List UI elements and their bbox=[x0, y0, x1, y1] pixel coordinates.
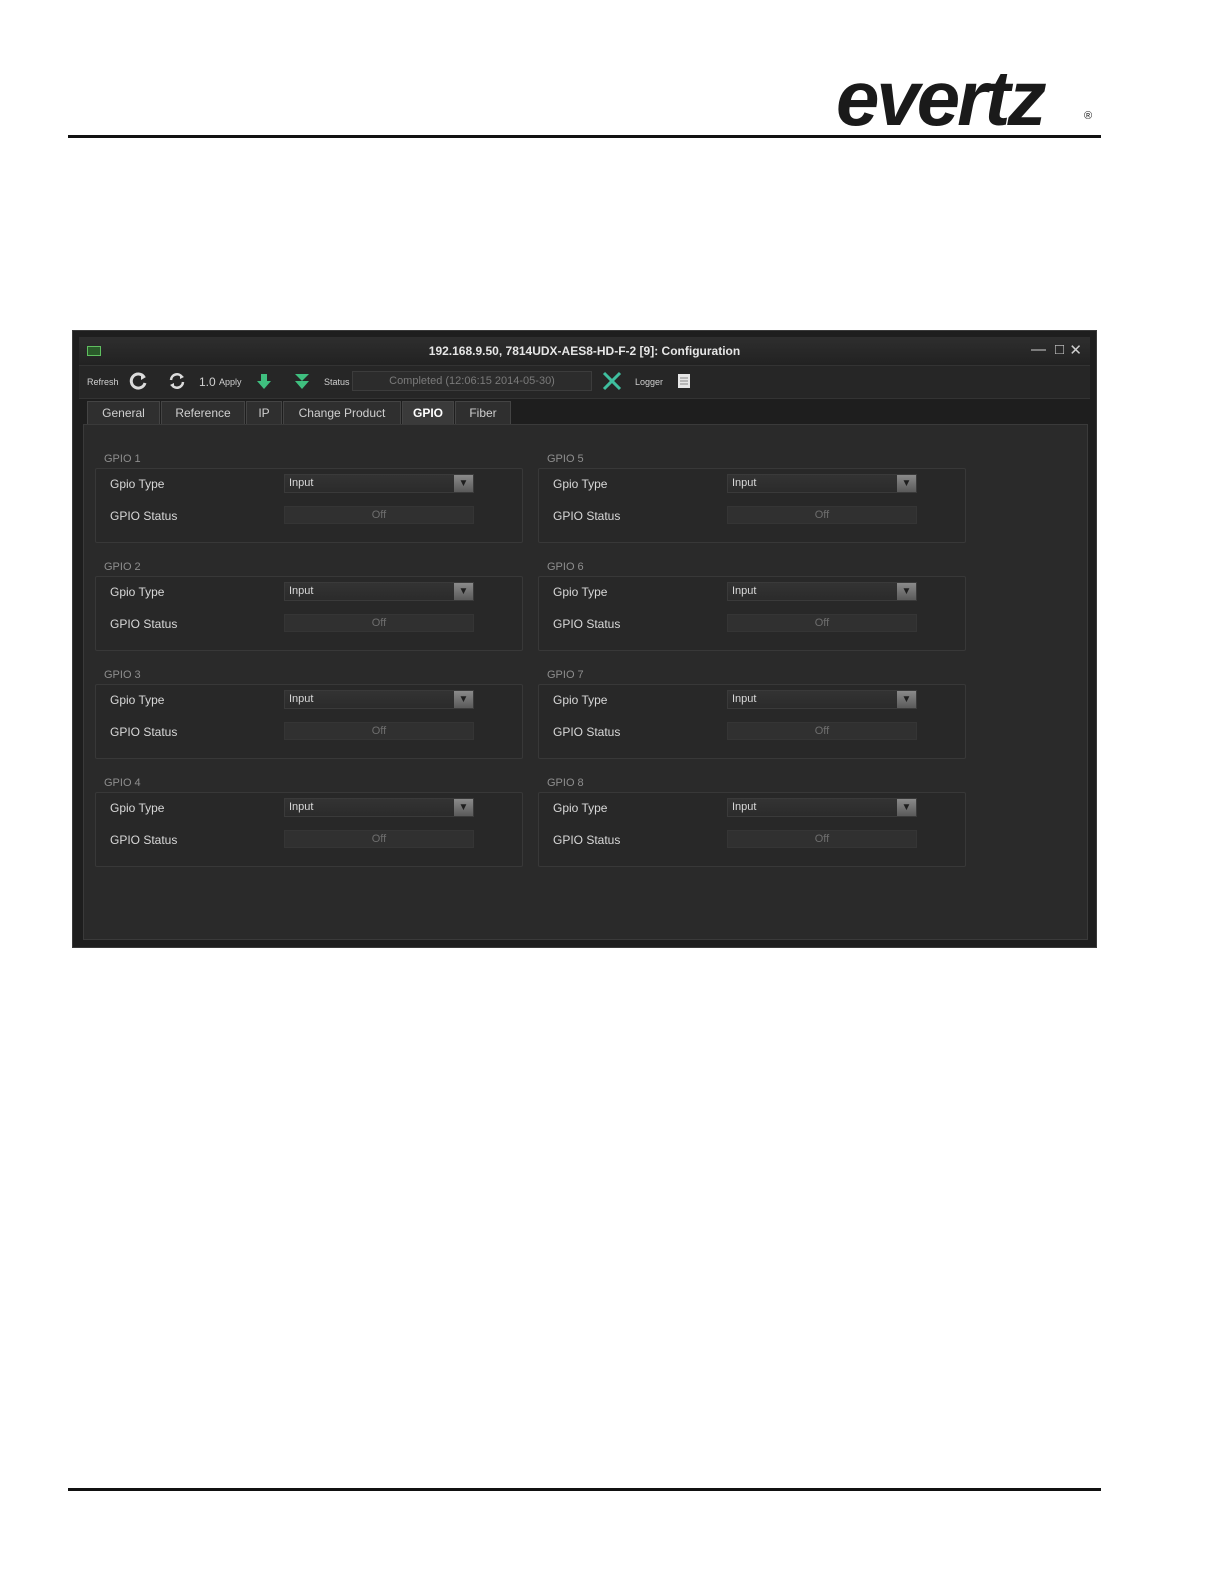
gpio-group-title: GPIO 5 bbox=[547, 453, 584, 465]
tab-fiber[interactable]: Fiber bbox=[455, 401, 511, 425]
gpio-type-select[interactable]: Input ▼ bbox=[284, 798, 474, 817]
gpio-group-2: Gpio Type Input ▼ GPIO Status Off bbox=[95, 576, 523, 651]
gpio-group-8: Gpio Type Input ▼ GPIO Status Off bbox=[538, 792, 966, 867]
apply-down-icon[interactable] bbox=[255, 372, 273, 397]
gpio-status-label: GPIO Status bbox=[553, 833, 621, 847]
chevron-down-icon[interactable]: ▼ bbox=[897, 475, 916, 492]
footer-rule bbox=[68, 1488, 1101, 1491]
gpio-status-value: Off bbox=[727, 506, 917, 524]
chevron-down-icon[interactable]: ▼ bbox=[454, 475, 473, 492]
gpio-group-3: Gpio Type Input ▼ GPIO Status Off bbox=[95, 684, 523, 759]
chevron-down-icon[interactable]: ▼ bbox=[897, 799, 916, 816]
apply-all-icon[interactable] bbox=[293, 372, 311, 397]
gpio-status-value: Off bbox=[284, 614, 474, 632]
minimize-icon[interactable]: — bbox=[1031, 341, 1046, 358]
gpio-type-select[interactable]: Input ▼ bbox=[727, 474, 917, 493]
gpio-group-title: GPIO 1 bbox=[104, 453, 141, 465]
chevron-down-icon[interactable]: ▼ bbox=[454, 691, 473, 708]
gpio-status-label: GPIO Status bbox=[553, 509, 621, 523]
gpio-type-value: Input bbox=[732, 693, 757, 705]
gpio-status-value: Off bbox=[284, 830, 474, 848]
tab-general[interactable]: General bbox=[87, 401, 160, 425]
gpio-type-label: Gpio Type bbox=[110, 477, 165, 491]
maximize-icon[interactable]: □ bbox=[1055, 341, 1064, 358]
gpio-type-label: Gpio Type bbox=[553, 477, 608, 491]
gpio-status-label: GPIO Status bbox=[553, 725, 621, 739]
chevron-down-icon[interactable]: ▼ bbox=[454, 799, 473, 816]
gpio-type-value: Input bbox=[289, 585, 314, 597]
gpio-type-select[interactable]: Input ▼ bbox=[727, 690, 917, 709]
gpio-status-label: GPIO Status bbox=[110, 509, 178, 523]
gpio-group-1: Gpio Type Input ▼ GPIO Status Off bbox=[95, 468, 523, 543]
gpio-type-label: Gpio Type bbox=[110, 585, 165, 599]
gpio-type-label: Gpio Type bbox=[553, 585, 608, 599]
gpio-panel: GPIO 1 Gpio Type Input ▼ GPIO Status Off… bbox=[83, 424, 1088, 940]
gpio-group-title: GPIO 2 bbox=[104, 561, 141, 573]
logger-icon[interactable] bbox=[677, 373, 691, 394]
registered-mark: ® bbox=[1084, 110, 1093, 122]
gpio-type-value: Input bbox=[289, 693, 314, 705]
apply-label: Apply bbox=[219, 377, 242, 387]
gpio-group-title: GPIO 3 bbox=[104, 669, 141, 681]
gpio-status-label: GPIO Status bbox=[110, 725, 178, 739]
refresh-icon[interactable] bbox=[129, 371, 149, 396]
tab-reference[interactable]: Reference bbox=[161, 401, 245, 425]
status-field: Completed (12:06:15 2014-05-30) bbox=[352, 371, 592, 391]
chevron-down-icon[interactable]: ▼ bbox=[897, 583, 916, 600]
config-window: 192.168.9.50, 7814UDX-AES8-HD-F-2 [9]: C… bbox=[72, 330, 1097, 948]
gpio-group-title: GPIO 6 bbox=[547, 561, 584, 573]
logger-label: Logger bbox=[635, 377, 664, 387]
gpio-type-select[interactable]: Input ▼ bbox=[727, 582, 917, 601]
gpio-type-select[interactable]: Input ▼ bbox=[284, 582, 474, 601]
gpio-status-value: Off bbox=[727, 830, 917, 848]
gpio-group-7: Gpio Type Input ▼ GPIO Status Off bbox=[538, 684, 966, 759]
gpio-group-5: Gpio Type Input ▼ GPIO Status Off bbox=[538, 468, 966, 543]
gpio-group-title: GPIO 7 bbox=[547, 669, 584, 681]
gpio-type-value: Input bbox=[289, 477, 314, 489]
gpio-type-select[interactable]: Input ▼ bbox=[284, 690, 474, 709]
refresh-interval[interactable]: 1.0 bbox=[199, 375, 216, 389]
gpio-group-title: GPIO 4 bbox=[104, 777, 141, 789]
header-rule bbox=[68, 135, 1101, 138]
chevron-down-icon[interactable]: ▼ bbox=[897, 691, 916, 708]
gpio-status-value: Off bbox=[727, 722, 917, 740]
auto-refresh-icon[interactable] bbox=[167, 371, 187, 396]
tab-change-product[interactable]: Change Product bbox=[283, 401, 401, 425]
tab-gpio[interactable]: GPIO bbox=[402, 401, 454, 425]
gpio-type-value: Input bbox=[732, 801, 757, 813]
gpio-status-value: Off bbox=[727, 614, 917, 632]
toolbar: Refresh 1.0 Apply Status Completed (12:0… bbox=[79, 365, 1090, 399]
gpio-status-label: GPIO Status bbox=[110, 617, 178, 631]
tab-ip[interactable]: IP bbox=[246, 401, 282, 425]
gpio-type-label: Gpio Type bbox=[110, 801, 165, 815]
gpio-group-6: Gpio Type Input ▼ GPIO Status Off bbox=[538, 576, 966, 651]
cancel-x-icon[interactable] bbox=[601, 371, 623, 396]
gpio-status-label: GPIO Status bbox=[553, 617, 621, 631]
gpio-type-label: Gpio Type bbox=[110, 693, 165, 707]
gpio-group-4: Gpio Type Input ▼ GPIO Status Off bbox=[95, 792, 523, 867]
gpio-status-value: Off bbox=[284, 722, 474, 740]
gpio-type-label: Gpio Type bbox=[553, 693, 608, 707]
gpio-status-label: GPIO Status bbox=[110, 833, 178, 847]
gpio-type-label: Gpio Type bbox=[553, 801, 608, 815]
status-label: Status bbox=[324, 377, 350, 387]
gpio-group-title: GPIO 8 bbox=[547, 777, 584, 789]
gpio-type-value: Input bbox=[732, 477, 757, 489]
close-icon[interactable]: ✕ bbox=[1069, 341, 1082, 359]
title-bar[interactable]: 192.168.9.50, 7814UDX-AES8-HD-F-2 [9]: C… bbox=[79, 337, 1090, 365]
chevron-down-icon[interactable]: ▼ bbox=[454, 583, 473, 600]
gpio-type-select[interactable]: Input ▼ bbox=[727, 798, 917, 817]
gpio-status-value: Off bbox=[284, 506, 474, 524]
refresh-label: Refresh bbox=[87, 377, 119, 387]
window-title: 192.168.9.50, 7814UDX-AES8-HD-F-2 [9]: C… bbox=[428, 344, 741, 358]
gpio-type-value: Input bbox=[732, 585, 757, 597]
evertz-logo: evertz bbox=[836, 54, 1046, 142]
gpio-type-value: Input bbox=[289, 801, 314, 813]
gpio-type-select[interactable]: Input ▼ bbox=[284, 474, 474, 493]
